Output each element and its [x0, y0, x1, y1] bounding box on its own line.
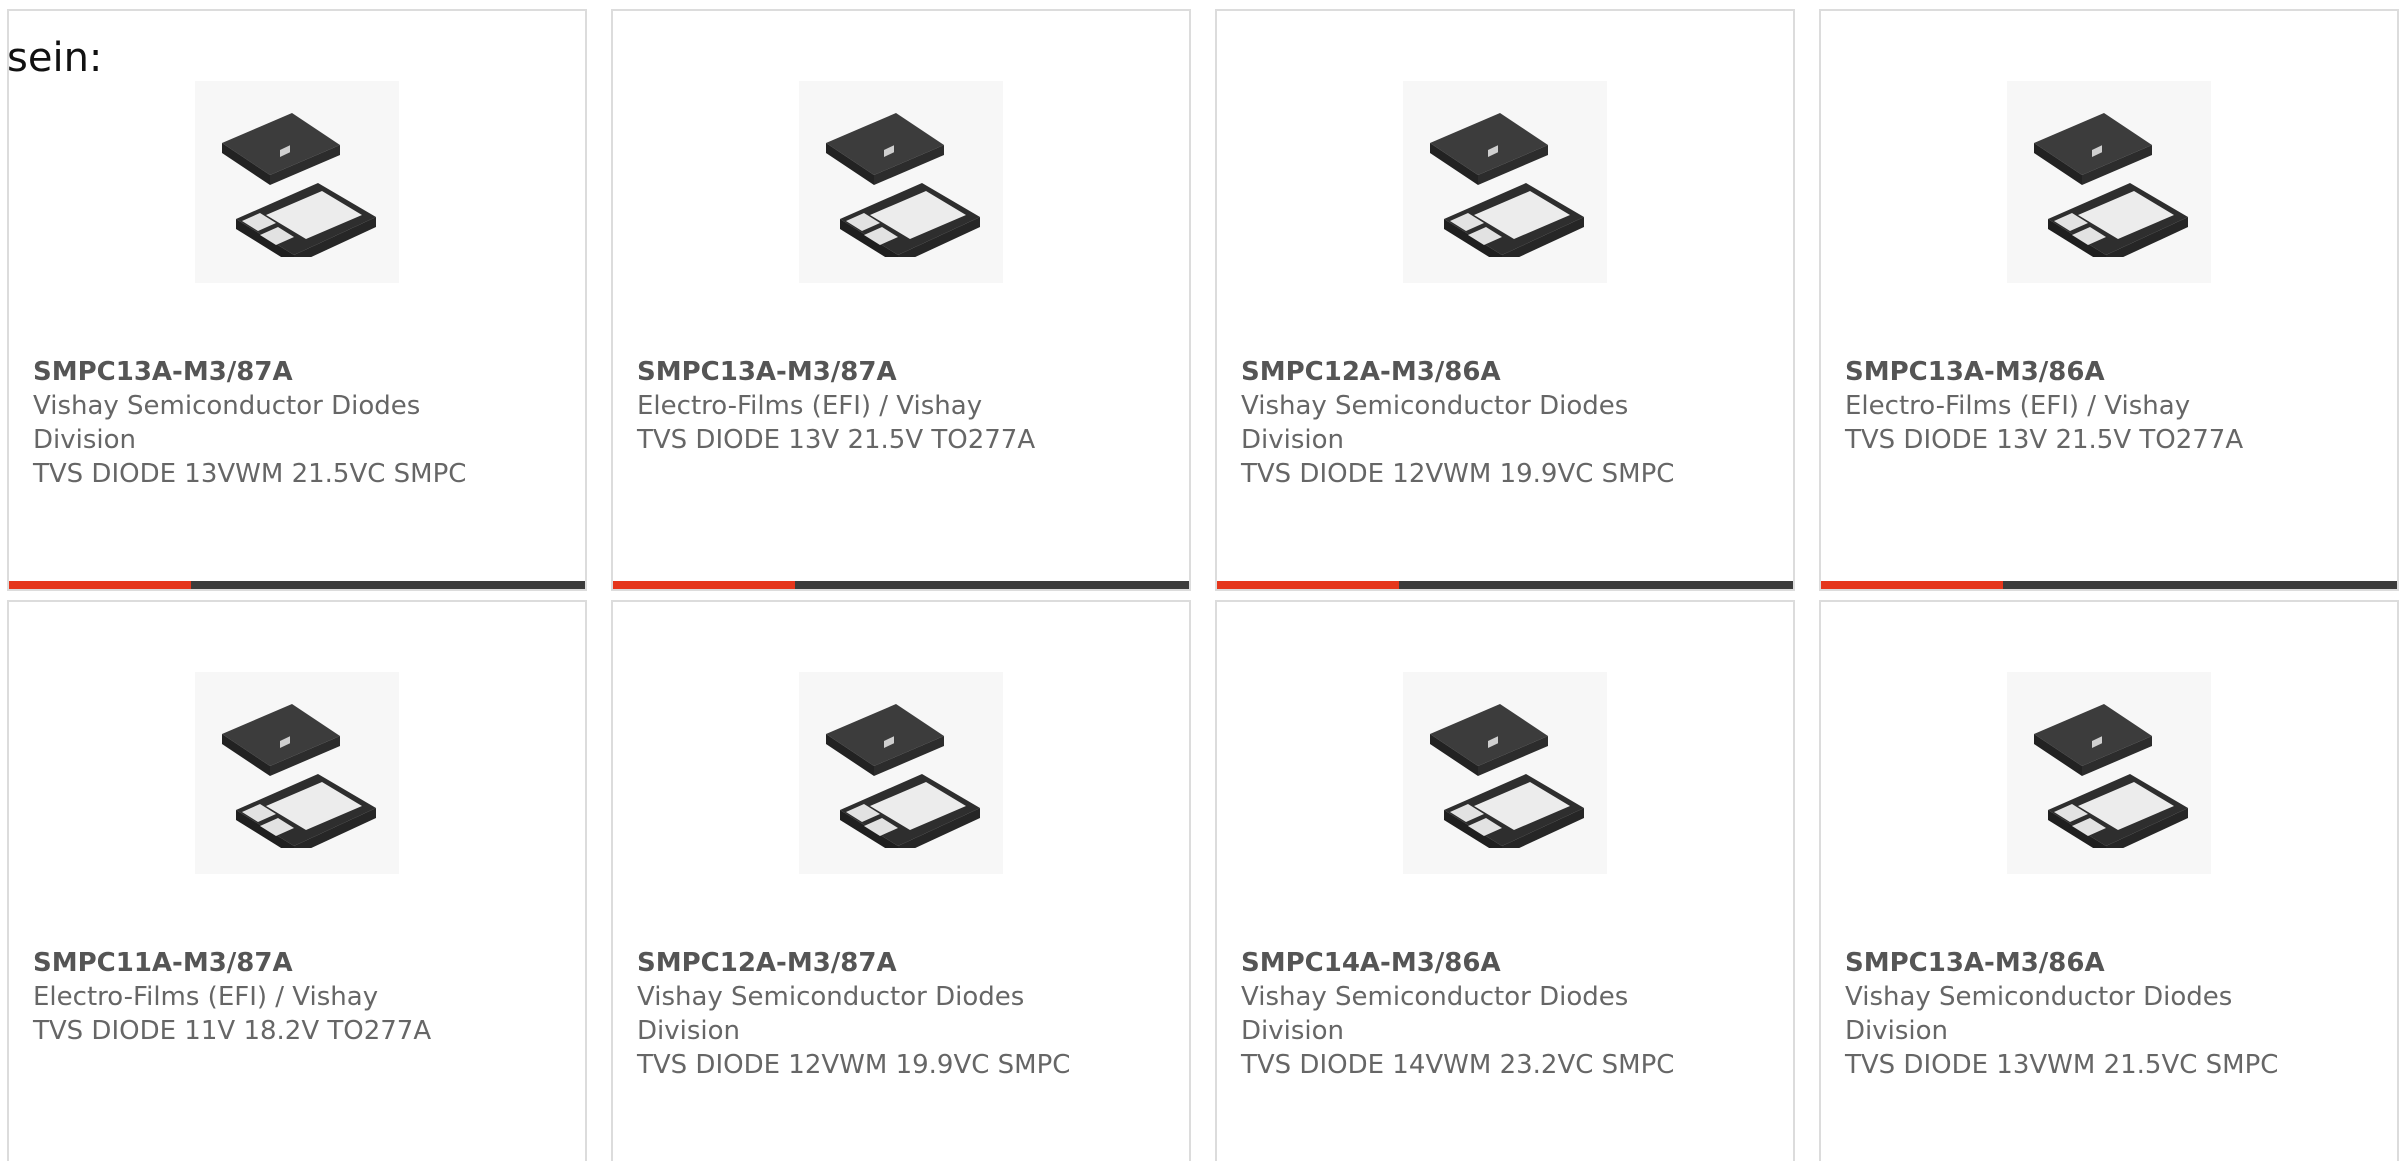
part-number-link[interactable]: SMPC12A-M3/87A [637, 946, 1107, 980]
diode-package-icon [1430, 113, 1584, 257]
card-progress-bar [1821, 581, 2397, 589]
product-image[interactable] [1403, 81, 1607, 283]
manufacturer-name: Vishay Semiconductor Diodes Division [637, 982, 1025, 1046]
part-number-link[interactable]: SMPC13A-M3/86A [1845, 946, 2315, 980]
intro-text: sein: [7, 35, 103, 81]
product-card[interactable]: SMPC11A-M3/87A Electro-Films (EFI) / Vis… [7, 600, 587, 1161]
part-number-link[interactable]: SMPC13A-M3/87A [33, 355, 503, 389]
product-card[interactable]: SMPC12A-M3/86A Vishay Semiconductor Diod… [1215, 9, 1795, 591]
card-progress-bar [1217, 581, 1793, 589]
product-description: TVS DIODE 11V 18.2V TO277A [33, 1016, 432, 1046]
manufacturer-name: Electro-Films (EFI) / Vishay [637, 391, 983, 421]
diode-package-icon [222, 704, 376, 848]
diode-package-icon [222, 113, 376, 257]
product-card[interactable]: SMPC14A-M3/86A Vishay Semiconductor Diod… [1215, 600, 1795, 1161]
part-number-link[interactable]: SMPC11A-M3/87A [33, 946, 503, 980]
card-progress-fill [1821, 581, 2003, 589]
manufacturer-name: Vishay Semiconductor Diodes Division [1241, 982, 1629, 1046]
product-image[interactable] [195, 672, 399, 874]
card-progress-bar [613, 581, 1189, 589]
part-number-link[interactable]: SMPC13A-M3/87A [637, 355, 1107, 389]
product-image[interactable] [799, 81, 1003, 283]
manufacturer-name: Vishay Semiconductor Diodes Division [1241, 391, 1629, 455]
diode-package-icon [1430, 704, 1584, 848]
part-number-link[interactable]: SMPC13A-M3/86A [1845, 355, 2315, 389]
product-info: SMPC11A-M3/87A Electro-Films (EFI) / Vis… [33, 946, 503, 1048]
product-info: SMPC13A-M3/87A Vishay Semiconductor Diod… [33, 355, 503, 491]
product-info: SMPC13A-M3/86A Electro-Films (EFI) / Vis… [1845, 355, 2315, 457]
product-card[interactable]: SMPC13A-M3/86A Electro-Films (EFI) / Vis… [1819, 9, 2399, 591]
product-card[interactable]: SMPC13A-M3/86A Vishay Semiconductor Diod… [1819, 600, 2399, 1161]
product-description: TVS DIODE 13VWM 21.5VC SMPC [1845, 1050, 2279, 1080]
product-description: TVS DIODE 13V 21.5V TO277A [637, 425, 1036, 455]
manufacturer-name: Vishay Semiconductor Diodes Division [33, 391, 421, 455]
page: sein: SMPC13A-M3/87A Vishay Semiconducto… [0, 0, 2400, 1161]
product-card[interactable]: SMPC13A-M3/87A Vishay Semiconductor Diod… [7, 9, 587, 591]
product-description: TVS DIODE 12VWM 19.9VC SMPC [637, 1050, 1071, 1080]
product-info: SMPC13A-M3/87A Electro-Films (EFI) / Vis… [637, 355, 1107, 457]
product-card[interactable]: SMPC13A-M3/87A Electro-Films (EFI) / Vis… [611, 9, 1191, 591]
card-progress-bar [9, 581, 585, 589]
manufacturer-name: Vishay Semiconductor Diodes Division [1845, 982, 2233, 1046]
product-info: SMPC12A-M3/86A Vishay Semiconductor Diod… [1241, 355, 1711, 491]
part-number-link[interactable]: SMPC14A-M3/86A [1241, 946, 1711, 980]
product-image[interactable] [195, 81, 399, 283]
diode-package-icon [2034, 113, 2188, 257]
product-grid: SMPC13A-M3/87A Vishay Semiconductor Diod… [7, 9, 2400, 1161]
product-info: SMPC14A-M3/86A Vishay Semiconductor Diod… [1241, 946, 1711, 1082]
manufacturer-name: Electro-Films (EFI) / Vishay [33, 982, 379, 1012]
card-progress-fill [613, 581, 795, 589]
product-description: TVS DIODE 14VWM 23.2VC SMPC [1241, 1050, 1675, 1080]
product-image[interactable] [1403, 672, 1607, 874]
product-description: TVS DIODE 13VWM 21.5VC SMPC [33, 459, 467, 489]
part-number-link[interactable]: SMPC12A-M3/86A [1241, 355, 1711, 389]
product-description: TVS DIODE 12VWM 19.9VC SMPC [1241, 459, 1675, 489]
product-card[interactable]: SMPC12A-M3/87A Vishay Semiconductor Diod… [611, 600, 1191, 1161]
product-info: SMPC12A-M3/87A Vishay Semiconductor Diod… [637, 946, 1107, 1082]
diode-package-icon [2034, 704, 2188, 848]
product-image[interactable] [2007, 672, 2211, 874]
diode-package-icon [826, 704, 980, 848]
product-image[interactable] [2007, 81, 2211, 283]
manufacturer-name: Electro-Films (EFI) / Vishay [1845, 391, 2191, 421]
card-progress-fill [9, 581, 191, 589]
diode-package-icon [826, 113, 980, 257]
product-description: TVS DIODE 13V 21.5V TO277A [1845, 425, 2244, 455]
product-info: SMPC13A-M3/86A Vishay Semiconductor Diod… [1845, 946, 2315, 1082]
product-image[interactable] [799, 672, 1003, 874]
card-progress-fill [1217, 581, 1399, 589]
